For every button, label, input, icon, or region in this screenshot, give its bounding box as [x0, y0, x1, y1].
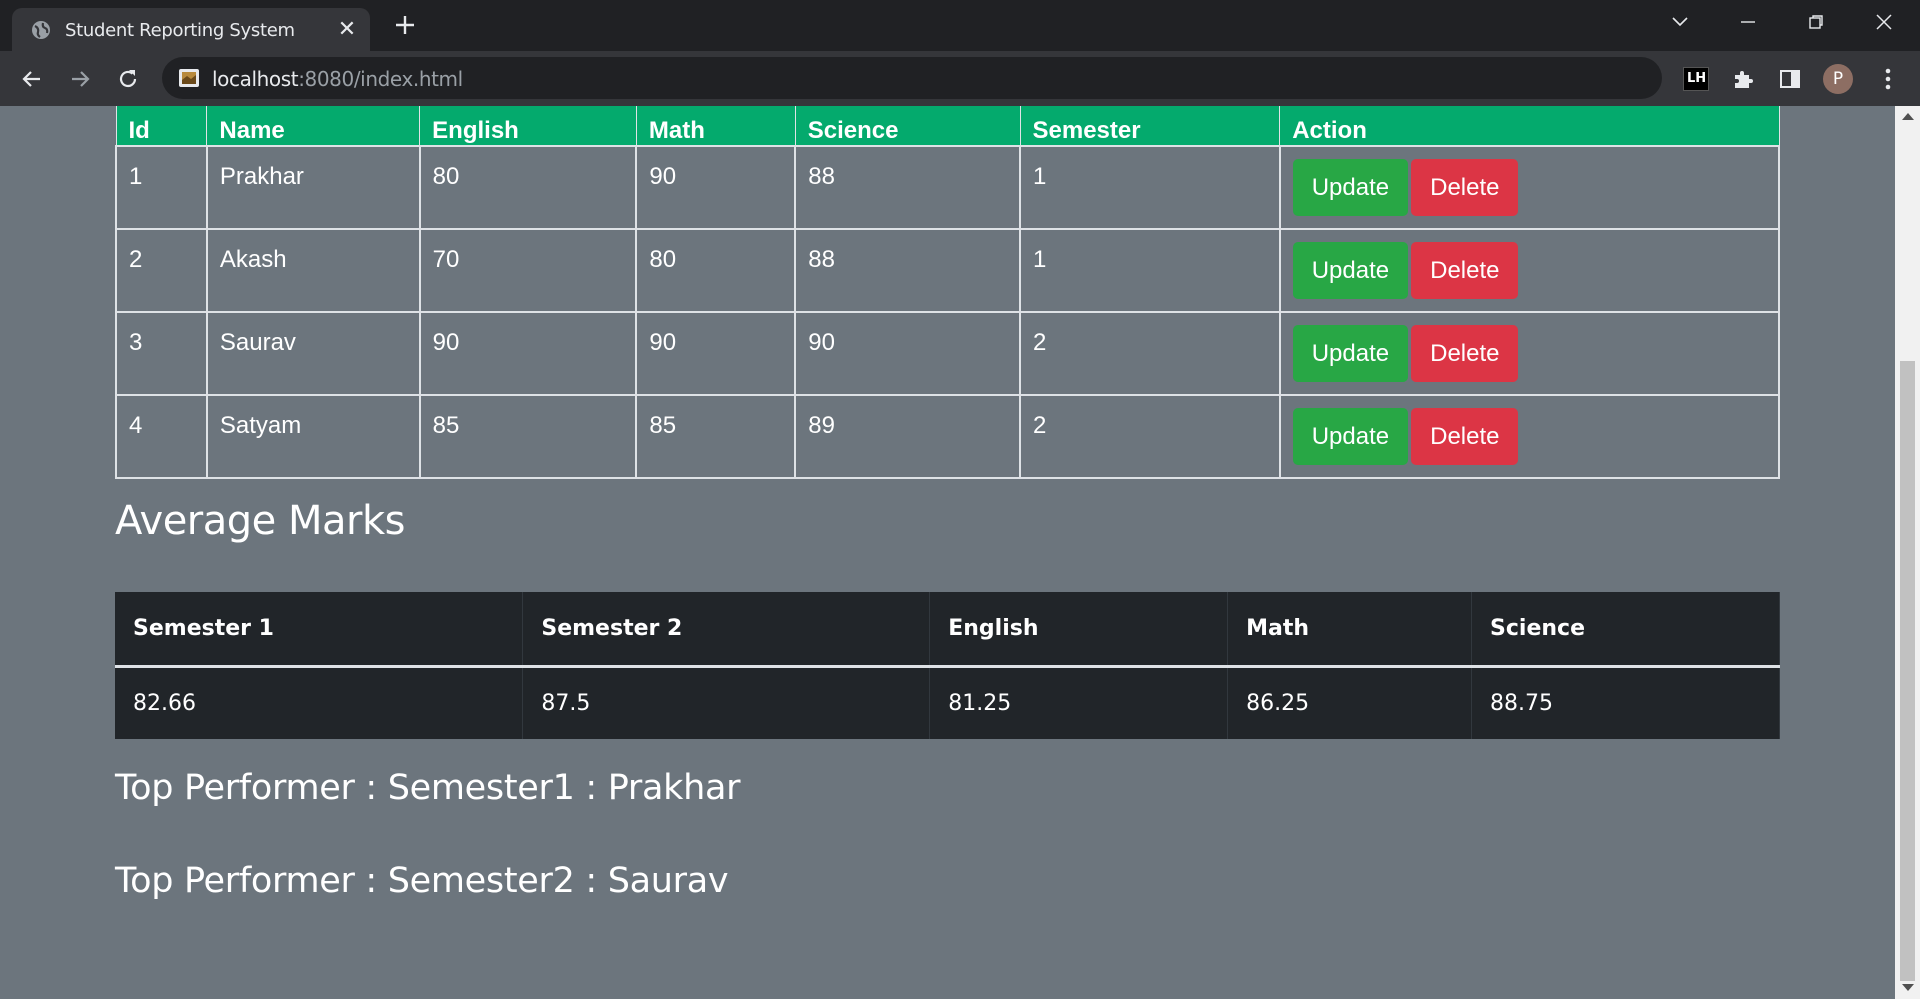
- cell-id: 1: [115, 144, 208, 230]
- cell-math: 85: [635, 393, 797, 479]
- lighthouse-extension-icon[interactable]: LH: [1680, 63, 1712, 95]
- students-table: Id Name English Math Science Semester Ac…: [115, 106, 1781, 479]
- avg-value-semester2: 87.5: [522, 666, 931, 739]
- cell-name: Prakhar: [205, 144, 421, 230]
- menu-kebab-icon[interactable]: [1872, 63, 1904, 95]
- extension-badge: LH: [1683, 67, 1709, 91]
- top-performer-semester1: Top Performer : Semester1 : Prakhar: [115, 768, 741, 808]
- col-header-english: English: [419, 106, 637, 146]
- cell-semester: 2: [1019, 393, 1281, 479]
- table-row: 3 Saurav 90 90 90 2 Update Delete: [115, 310, 1781, 396]
- avg-value-science: 88.75: [1471, 666, 1780, 739]
- table-row: 1 Prakhar 80 90 88 1 Update Delete: [115, 144, 1781, 230]
- cell-id: 4: [115, 393, 208, 479]
- col-header-action: Action: [1279, 106, 1780, 146]
- avg-value-semester1: 82.66: [115, 666, 524, 739]
- avg-value-english: 81.25: [929, 666, 1229, 739]
- cell-id: 2: [115, 227, 208, 313]
- cell-english: 85: [418, 393, 638, 479]
- browser-tab-bar: Student Reporting System ✕: [0, 0, 1920, 51]
- cell-math: 80: [635, 227, 797, 313]
- globe-icon: [32, 21, 50, 39]
- col-header-science: Science: [794, 106, 1021, 146]
- delete-button[interactable]: Delete: [1411, 324, 1519, 382]
- restore-icon[interactable]: [1782, 0, 1850, 44]
- cell-science: 88: [794, 227, 1021, 313]
- close-window-icon[interactable]: [1850, 0, 1918, 44]
- extensions-puzzle-icon[interactable]: [1727, 63, 1759, 95]
- average-marks-table: Semester 1 Semester 2 English Math Scien…: [115, 592, 1780, 739]
- close-tab-icon[interactable]: ✕: [335, 17, 359, 41]
- cell-semester: 2: [1019, 310, 1281, 396]
- scroll-thumb[interactable]: [1900, 361, 1915, 981]
- page-scrollbar[interactable]: [1895, 106, 1920, 999]
- cell-science: 89: [794, 393, 1021, 479]
- col-header-math: Math: [635, 106, 796, 146]
- site-info-icon[interactable]: [178, 67, 200, 89]
- col-header-id: Id: [115, 106, 208, 146]
- cell-semester: 1: [1019, 144, 1281, 230]
- cell-english: 70: [418, 227, 638, 313]
- cell-semester: 1: [1019, 227, 1281, 313]
- table-row: 2 Akash 70 80 88 1 Update Delete: [115, 227, 1781, 313]
- col-header-name: Name: [206, 106, 421, 146]
- avg-header-semester2: Semester 2: [522, 592, 931, 668]
- tab-title: Student Reporting System: [65, 20, 295, 41]
- average-values-row: 82.66 87.5 81.25 86.25 88.75: [115, 666, 1780, 739]
- avg-header-english: English: [929, 592, 1229, 668]
- cell-action: Update Delete: [1278, 227, 1781, 313]
- cell-action: Update Delete: [1278, 393, 1781, 479]
- cell-id: 3: [115, 310, 208, 396]
- side-panel-icon[interactable]: [1774, 63, 1806, 95]
- browser-tab[interactable]: Student Reporting System ✕: [12, 8, 370, 51]
- delete-button[interactable]: Delete: [1411, 241, 1519, 299]
- average-header-row: Semester 1 Semester 2 English Math Scien…: [115, 592, 1780, 668]
- update-button[interactable]: Update: [1292, 324, 1409, 382]
- cell-name: Satyam: [205, 393, 421, 479]
- reload-icon[interactable]: [112, 63, 144, 95]
- cell-action: Update Delete: [1278, 310, 1781, 396]
- update-button[interactable]: Update: [1292, 241, 1409, 299]
- tab-search-icon[interactable]: [1646, 0, 1714, 44]
- students-header-row: Id Name English Math Science Semester Ac…: [115, 106, 1780, 146]
- cell-english: 80: [418, 144, 638, 230]
- cell-science: 90: [794, 310, 1021, 396]
- minimize-icon[interactable]: [1714, 0, 1782, 44]
- profile-avatar[interactable]: P: [1822, 63, 1854, 95]
- avg-header-science: Science: [1471, 592, 1780, 668]
- back-icon[interactable]: [16, 63, 48, 95]
- average-marks-heading: Average Marks: [115, 498, 405, 544]
- cell-name: Saurav: [205, 310, 421, 396]
- top-performer-semester2: Top Performer : Semester2 : Saurav: [115, 861, 729, 901]
- cell-math: 90: [635, 144, 797, 230]
- cell-name: Akash: [205, 227, 421, 313]
- cell-math: 90: [635, 310, 797, 396]
- table-row: 4 Satyam 85 85 89 2 Update Delete: [115, 393, 1781, 479]
- avg-value-math: 86.25: [1227, 666, 1473, 739]
- delete-button[interactable]: Delete: [1411, 407, 1519, 465]
- forward-icon[interactable]: [64, 63, 96, 95]
- avg-header-math: Math: [1227, 592, 1473, 668]
- cell-science: 88: [794, 144, 1021, 230]
- scroll-down-icon[interactable]: [1902, 984, 1914, 991]
- browser-toolbar: localhost:8080/index.html LH P: [0, 51, 1920, 106]
- delete-button[interactable]: Delete: [1411, 158, 1519, 216]
- update-button[interactable]: Update: [1292, 158, 1409, 216]
- cell-english: 90: [418, 310, 638, 396]
- url-text: localhost:8080/index.html: [212, 67, 463, 91]
- address-bar[interactable]: localhost:8080/index.html: [162, 57, 1662, 99]
- update-button[interactable]: Update: [1292, 407, 1409, 465]
- scroll-up-icon[interactable]: [1902, 113, 1914, 120]
- col-header-semester: Semester: [1019, 106, 1281, 146]
- new-tab-icon[interactable]: [392, 12, 418, 38]
- avg-header-semester1: Semester 1: [115, 592, 524, 668]
- page-content: Id Name English Math Science Semester Ac…: [0, 106, 1895, 999]
- cell-action: Update Delete: [1278, 144, 1781, 230]
